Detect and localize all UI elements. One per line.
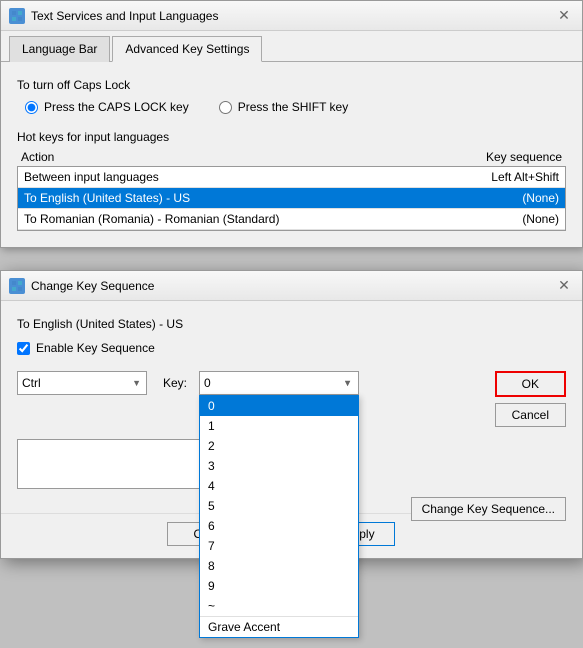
main-window: Text Services and Input Languages ✕ Lang… (0, 0, 583, 248)
main-window-title: Text Services and Input Languages (31, 9, 218, 23)
radio-caps-lock: Press the CAPS LOCK key (25, 100, 189, 114)
dd-item-tilde[interactable]: ~ (200, 596, 358, 616)
key-select-display: 0 ▼ 0 1 2 3 4 5 6 7 8 9 ~ Grave Accent (199, 371, 359, 395)
dialog-title-text: Change Key Sequence (31, 279, 154, 293)
key-dropdown-value: 0 (204, 376, 211, 390)
dialog-window-icon (9, 278, 25, 294)
key-dropdown-shown[interactable]: 0 ▼ (199, 371, 359, 395)
dropdown-arrow-icon: ▼ (343, 378, 352, 388)
radio-caps-lock-input[interactable] (25, 101, 38, 114)
dd-item-9[interactable]: 9 (200, 576, 358, 596)
table-row-partial[interactable]: To Romanian (Romania) - Romanian (Standa… (18, 209, 565, 230)
ctrl-select-wrapper: Ctrl Left Alt (17, 371, 147, 395)
dd-item-1[interactable]: 1 (200, 416, 358, 436)
dialog-ok-button[interactable]: OK (495, 371, 566, 397)
ok-cancel-col: OK Cancel (495, 371, 566, 427)
dialog-close-button[interactable]: ✕ (554, 276, 574, 296)
window-icon (9, 8, 25, 24)
tab-language-bar[interactable]: Language Bar (9, 36, 110, 62)
dd-item-3[interactable]: 3 (200, 456, 358, 476)
column-key-sequence: Key sequence (486, 150, 562, 164)
change-key-sequence-button[interactable]: Change Key Sequence... (411, 497, 566, 521)
radio-shift: Press the SHIFT key (219, 100, 348, 114)
dd-item-0[interactable]: 0 (200, 396, 358, 416)
key-label: Key: (163, 371, 187, 395)
table-row[interactable]: Between input languages Left Alt+Shift (18, 167, 565, 188)
hotkeys-section: Hot keys for input languages Action Key … (17, 130, 566, 231)
table-row-selected[interactable]: To English (United States) - US (None) (18, 188, 565, 209)
change-key-sequence-dialog: Change Key Sequence ✕ To English (United… (0, 270, 583, 559)
ctrl-dropdown[interactable]: Ctrl Left Alt (17, 371, 147, 395)
dd-item-6[interactable]: 6 (200, 516, 358, 536)
main-content: To turn off Caps Lock Press the CAPS LOC… (1, 62, 582, 247)
row-key-0: Left Alt+Shift (491, 170, 559, 184)
row-action-2: To Romanian (Romania) - Romanian (Standa… (24, 212, 279, 226)
caps-lock-radio-group: Press the CAPS LOCK key Press the SHIFT … (25, 100, 566, 114)
row-key-2: (None) (522, 212, 559, 226)
tab-bar: Language Bar Advanced Key Settings (1, 31, 582, 62)
column-action: Action (21, 150, 54, 164)
hotkeys-label: Hot keys for input languages (17, 130, 566, 144)
dd-item-5[interactable]: 5 (200, 496, 358, 516)
dialog-content: To English (United States) - US Enable K… (1, 301, 582, 513)
dialog-subtitle: To English (United States) - US (17, 317, 566, 331)
dialog-title-bar: Change Key Sequence ✕ (1, 271, 582, 301)
dd-item-2[interactable]: 2 (200, 436, 358, 456)
enable-key-sequence-row: Enable Key Sequence (17, 341, 566, 355)
tab-advanced-key-settings[interactable]: Advanced Key Settings (112, 36, 262, 62)
main-close-button[interactable]: ✕ (554, 6, 574, 26)
hotkeys-table: Between input languages Left Alt+Shift T… (17, 166, 566, 231)
dialog-title-left: Change Key Sequence (9, 278, 154, 294)
row-action-1: To English (United States) - US (24, 191, 190, 205)
radio-caps-lock-label: Press the CAPS LOCK key (44, 100, 189, 114)
row-key-1: (None) (522, 191, 559, 205)
row-action-0: Between input languages (24, 170, 159, 184)
hotkeys-table-header: Action Key sequence (17, 148, 566, 166)
dd-item-4[interactable]: 4 (200, 476, 358, 496)
key-row: Ctrl Left Alt Key: 0 ▼ 0 1 2 3 4 5 (17, 371, 566, 427)
dd-item-8[interactable]: 8 (200, 556, 358, 576)
radio-shift-label: Press the SHIFT key (238, 100, 348, 114)
main-title-bar: Text Services and Input Languages ✕ (1, 1, 582, 31)
dd-item-7[interactable]: 7 (200, 536, 358, 556)
key-dropdown-open: 0 1 2 3 4 5 6 7 8 9 ~ Grave Accent (199, 395, 359, 638)
enable-key-sequence-label: Enable Key Sequence (36, 341, 155, 355)
dd-item-grave-accent[interactable]: Grave Accent (200, 616, 358, 637)
caps-lock-label: To turn off Caps Lock (17, 78, 566, 92)
enable-key-sequence-checkbox[interactable] (17, 342, 30, 355)
radio-shift-input[interactable] (219, 101, 232, 114)
dialog-cancel-button[interactable]: Cancel (495, 403, 566, 427)
title-bar-left: Text Services and Input Languages (9, 8, 218, 24)
